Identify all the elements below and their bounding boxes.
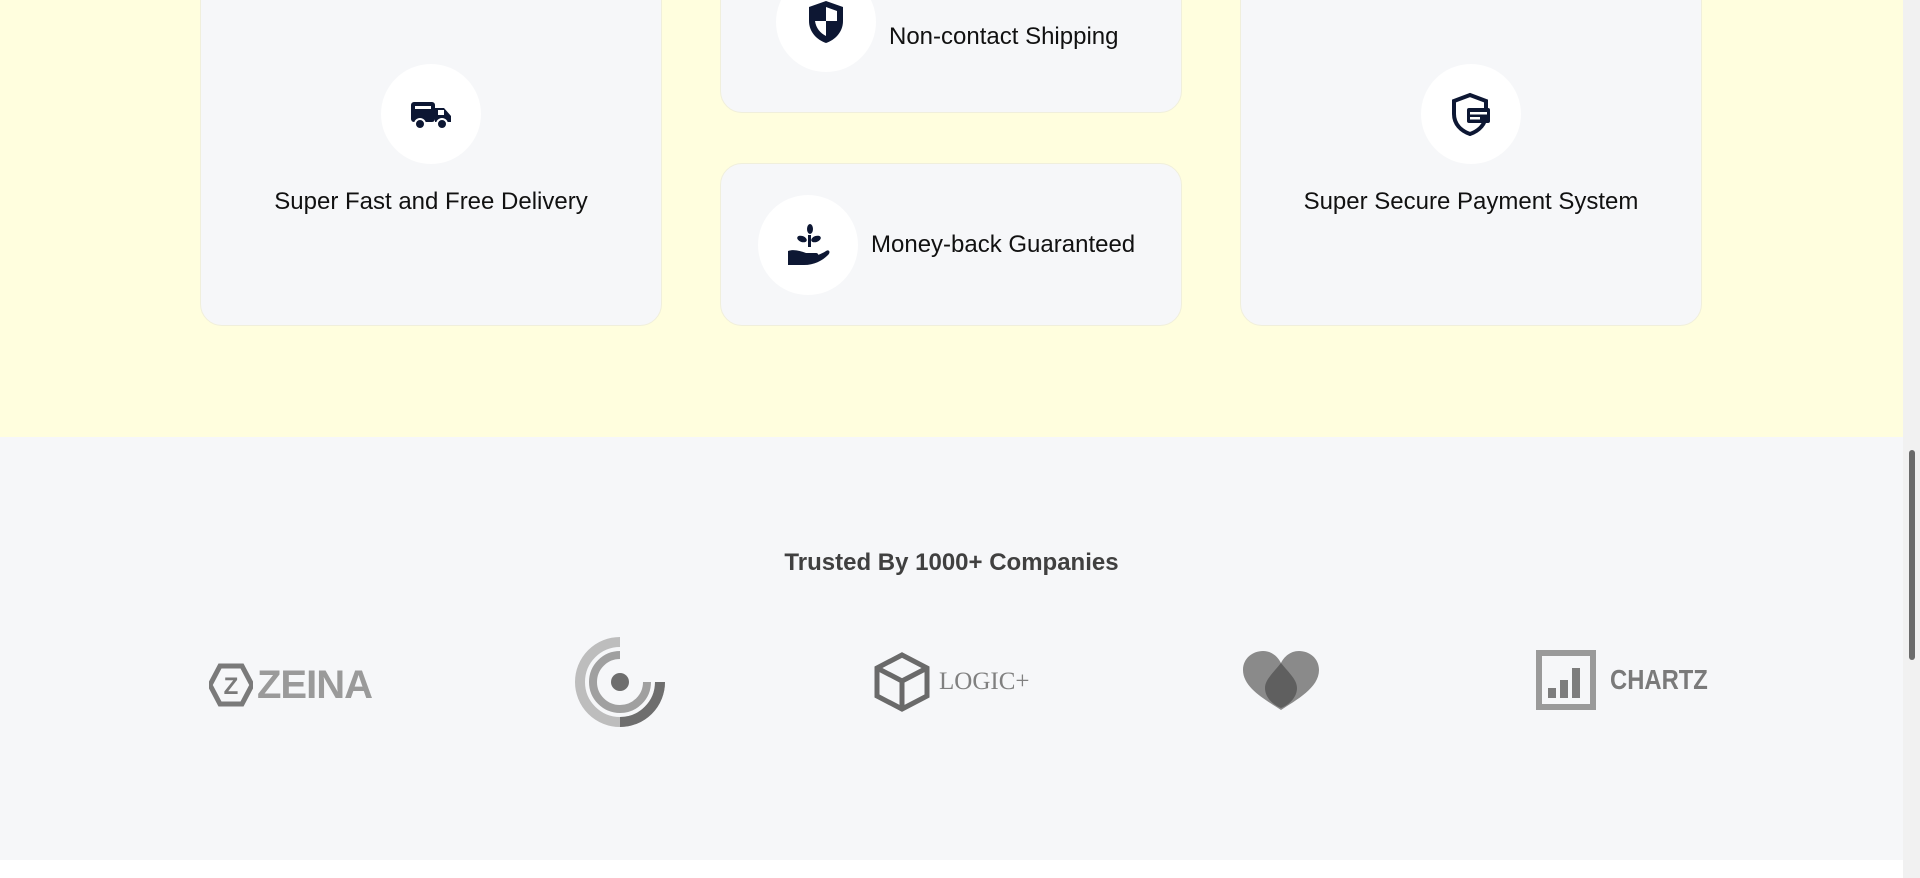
features-section: Super Fast and Free Delivery Non-contact… xyxy=(0,0,1903,437)
logo-logic-name: LOGIC+ xyxy=(939,668,1030,695)
svg-text:Z: Z xyxy=(224,673,239,700)
secure-payment-icon xyxy=(1452,92,1490,136)
shield-icon xyxy=(809,0,843,43)
zeina-logo-icon: Z xyxy=(209,663,253,707)
feature-label-shipping: Non-contact Shipping xyxy=(889,22,1119,50)
logo-chartz: CHARTZ xyxy=(1536,650,1725,710)
logic-cube-logo-icon xyxy=(874,652,930,712)
delivery-truck-icon xyxy=(411,102,451,130)
target-ring-logo-icon xyxy=(575,637,665,727)
logo-zeina-name: ZEINA xyxy=(257,662,373,707)
feature-label-delivery: Super Fast and Free Delivery xyxy=(274,188,588,215)
logo-logic: LOGIC+ xyxy=(873,652,1029,712)
logo-target xyxy=(575,637,665,727)
logo-zeina: Z ZEINA xyxy=(209,660,373,710)
feature-label-payment: Super Secure Payment System xyxy=(1303,188,1639,215)
delivery-icon-circle xyxy=(381,64,481,164)
scrollbar-thumb[interactable] xyxy=(1909,450,1915,660)
chartz-logo-icon xyxy=(1536,650,1596,710)
trusted-title: Trusted By 1000+ Companies xyxy=(784,549,1119,576)
heart-logo-icon xyxy=(1243,651,1319,710)
feature-card-delivery: Super Fast and Free Delivery xyxy=(200,0,662,326)
feature-card-payment: Super Secure Payment System xyxy=(1240,0,1702,326)
trusted-section: Trusted By 1000+ Companies Z ZEINA LOGIC… xyxy=(0,437,1903,860)
feature-card-shipping: Non-contact Shipping xyxy=(720,0,1182,113)
feature-label-moneyback: Money-back Guaranteed xyxy=(871,230,1136,258)
page-scrollbar[interactable] xyxy=(1903,0,1920,878)
payment-icon-circle xyxy=(1421,64,1521,164)
logo-heart xyxy=(1241,650,1321,712)
shipping-icon-circle xyxy=(776,0,876,72)
feature-card-moneyback: Money-back Guaranteed xyxy=(720,163,1182,326)
moneyback-icon-circle xyxy=(758,194,858,295)
logo-chartz-name: CHARTZ xyxy=(1610,664,1708,695)
hand-plant-icon xyxy=(788,223,830,265)
